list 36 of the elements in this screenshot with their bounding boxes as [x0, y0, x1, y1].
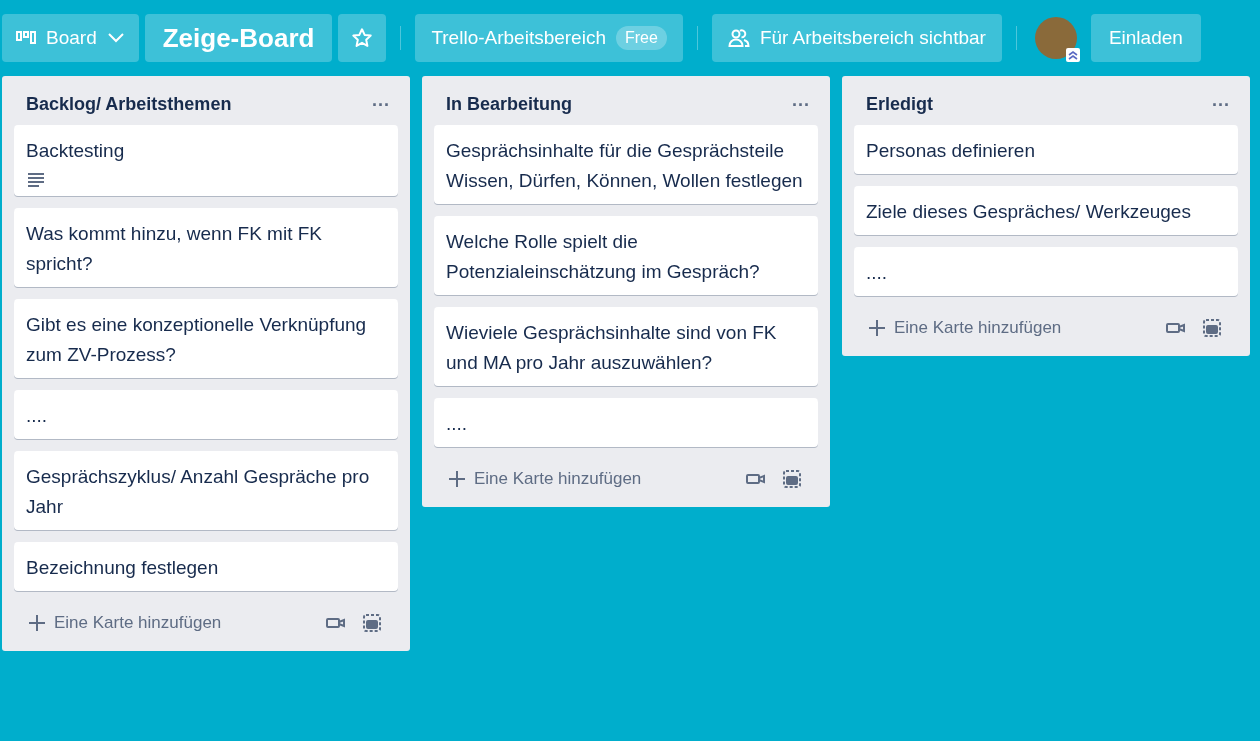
card[interactable]: Welche Rolle spielt die Potenzialeinschätzung im Gespräch? — [434, 216, 818, 295]
card-title: .... — [26, 404, 49, 428]
card[interactable]: .... — [434, 398, 818, 447]
add-card-button[interactable]: Eine Karte hinzufügen — [440, 463, 738, 495]
card[interactable]: .... — [854, 247, 1238, 296]
list-menu-button[interactable]: ... — [1210, 90, 1232, 111]
card[interactable]: Ziele dieses Gespräches/ Werkzeuges — [854, 186, 1238, 235]
card-title: Gibt es eine konzeptionelle Verknüpfung zum ZV-Prozess? — [26, 313, 368, 367]
card-title: Welche Rolle spielt die Potenzialeinschätzung im Gespräch? — [446, 230, 761, 284]
card-title: Wieviele Gesprächsinhalte sind von FK und MA pro Jahr auszuwählen? — [446, 321, 778, 375]
card[interactable]: Gesprächszyklus/ Anzahl Gespräche pro Jahr — [14, 451, 398, 530]
list-title: Backlog/ Arbeitsthemen — [26, 94, 232, 115]
card-title: Bezeichnung festlegen — [26, 556, 220, 580]
add-card-button[interactable]: Eine Karte hinzufügen — [860, 312, 1158, 344]
card[interactable]: Personas definieren — [854, 125, 1238, 174]
card-title: Was kommt hinzu, wenn FK mit FK spricht? — [26, 222, 323, 276]
card[interactable]: Bezeichnung festlegen — [14, 542, 398, 591]
card-title: Gesprächszyklus/ Anzahl Gespräche pro Jahr — [26, 465, 371, 519]
list-title: Erledigt — [866, 94, 933, 115]
list-menu-button[interactable]: ... — [790, 90, 812, 111]
list-menu-button[interactable]: ... — [370, 90, 392, 111]
card-title: Ziele dieses Gespräches/ Werkzeuges — [866, 200, 1192, 224]
card-title: Gesprächsinhalte für die Gesprächsteile Wissen, Dürfen, Können, Wollen festlegen — [446, 139, 804, 193]
card[interactable]: Backtesting — [14, 125, 398, 196]
card[interactable]: .... — [14, 390, 398, 439]
add-card-button[interactable]: Eine Karte hinzufügen — [20, 607, 318, 639]
card-title: Backtesting — [26, 139, 126, 163]
card-title: Personas definieren — [866, 139, 1036, 163]
card[interactable]: Wieviele Gesprächsinhalte sind von FK und MA pro Jahr auszuwählen? — [434, 307, 818, 386]
card-title: .... — [446, 412, 469, 436]
plan-badge: Free — [616, 26, 667, 50]
card[interactable]: Was kommt hinzu, wenn FK mit FK spricht? — [14, 208, 398, 287]
list-title: In Bearbeitung — [446, 94, 572, 115]
card[interactable]: Gesprächsinhalte für die Gesprächsteile Wissen, Dürfen, Können, Wollen festlegen — [434, 125, 818, 204]
card[interactable]: Gibt es eine konzeptionelle Verknüpfung zum ZV-Prozess? — [14, 299, 398, 378]
card-title: .... — [866, 261, 889, 285]
